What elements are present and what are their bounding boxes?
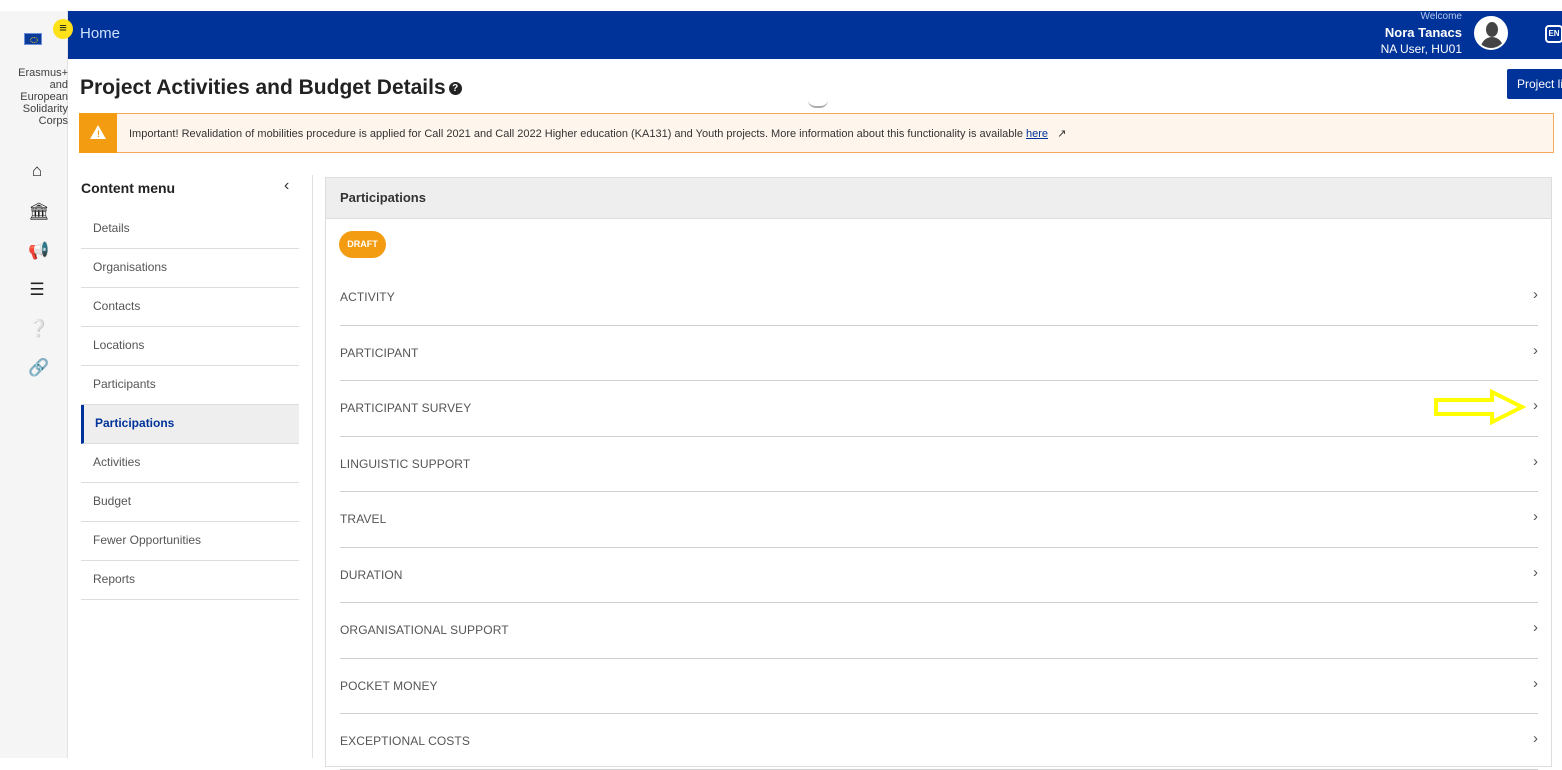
- chevron-right-icon[interactable]: ›: [1533, 619, 1538, 636]
- eu-flag-icon: [24, 33, 42, 45]
- chevron-right-icon[interactable]: ›: [1533, 508, 1538, 525]
- section-list: ACTIVITY › PARTICIPANT › PARTICIPANT SUR…: [340, 270, 1538, 770]
- menu-item-fewer-opportunities[interactable]: Fewer Opportunities: [81, 522, 299, 561]
- section-label: TRAVEL: [340, 512, 387, 526]
- menu-item-participants[interactable]: Participants: [81, 366, 299, 405]
- section-row-participant[interactable]: PARTICIPANT ›: [340, 326, 1538, 381]
- section-label: DURATION: [340, 567, 403, 582]
- avatar-head-icon: [1486, 22, 1498, 37]
- section-label: LINGUISTIC SUPPORT: [340, 456, 471, 471]
- chevron-right-icon[interactable]: ›: [1533, 342, 1538, 359]
- language-icon[interactable]: EN: [1545, 25, 1562, 43]
- exclamation-icon: !: [97, 129, 100, 139]
- warning-alert: ! Important! Revalidation of mobilities …: [79, 113, 1554, 153]
- megaphone-icon[interactable]: 📢: [28, 242, 49, 260]
- app-frame: ≡ Erasmus+ and European Solidarity Corps…: [0, 0, 1562, 770]
- section-label: ACTIVITY: [340, 290, 395, 304]
- alert-message: Important! Revalidation of mobilities pr…: [129, 127, 1066, 140]
- section-label: POCKET MONEY: [340, 678, 438, 693]
- chevron-right-icon[interactable]: ›: [1533, 675, 1538, 692]
- warning-icon-box: !: [79, 113, 117, 153]
- section-row-duration[interactable]: DURATION ›: [340, 548, 1538, 603]
- brand-text: Erasmus+ and European Solidarity Corps: [18, 67, 68, 127]
- section-label: ORGANISATIONAL SUPPORT: [340, 623, 509, 637]
- server-icon[interactable]: ☰: [28, 281, 46, 299]
- breadcrumb-home-link[interactable]: Home: [80, 25, 120, 42]
- content-menu: Details Organisations Contacts Locations…: [81, 210, 299, 600]
- vertical-divider: [312, 175, 313, 758]
- participations-panel: Participations DRAFT ACTIVITY › PARTICIP…: [325, 177, 1552, 770]
- section-row-organisational-support[interactable]: ORGANISATIONAL SUPPORT ›: [340, 603, 1538, 659]
- home-icon[interactable]: ⌂: [28, 162, 46, 180]
- chevron-right-icon[interactable]: ›: [1533, 730, 1538, 747]
- page-title-text: Project Activities and Budget Details: [80, 76, 446, 99]
- help-icon[interactable]: ❔: [28, 320, 49, 338]
- menu-item-details[interactable]: Details: [81, 210, 299, 249]
- section-row-participant-survey[interactable]: PARTICIPANT SURVEY ›: [340, 381, 1538, 437]
- menu-item-organisations[interactable]: Organisations: [81, 249, 299, 288]
- chevron-left-icon[interactable]: ‹: [284, 177, 289, 195]
- loading-spinner-icon: [808, 100, 828, 108]
- chevron-right-icon[interactable]: ›: [1533, 286, 1538, 303]
- menu-item-participations[interactable]: Participations: [81, 405, 299, 444]
- top-bar: Home Welcome Nora Tanacs NA User, HU01 E…: [68, 11, 1562, 59]
- section-row-pocket-money[interactable]: POCKET MONEY ›: [340, 659, 1538, 714]
- status-badge: DRAFT: [339, 231, 386, 258]
- menu-item-budget[interactable]: Budget: [81, 483, 299, 522]
- external-link-icon[interactable]: ↗: [1057, 127, 1066, 140]
- menu-item-activities[interactable]: Activities: [81, 444, 299, 483]
- alert-link[interactable]: here: [1026, 128, 1048, 140]
- section-label: PARTICIPANT: [340, 345, 419, 360]
- section-row-travel[interactable]: TRAVEL ›: [340, 492, 1538, 548]
- section-label: PARTICIPANT SURVEY: [340, 401, 472, 415]
- avatar[interactable]: [1474, 16, 1508, 50]
- section-row-linguistic-support[interactable]: LINGUISTIC SUPPORT ›: [340, 437, 1538, 492]
- chevron-right-icon[interactable]: ›: [1533, 453, 1538, 470]
- section-label: EXCEPTIONAL COSTS: [340, 734, 470, 748]
- help-circle-icon[interactable]: ?: [448, 82, 462, 95]
- user-role: NA User, HU01: [1380, 42, 1462, 56]
- chevron-right-icon[interactable]: ›: [1533, 397, 1538, 414]
- institution-icon[interactable]: 🏛: [28, 203, 50, 221]
- user-name: Nora Tanacs: [1384, 25, 1462, 40]
- menu-item-contacts[interactable]: Contacts: [81, 288, 299, 327]
- page-title: Project Activities and Budget Details?: [80, 76, 462, 100]
- avatar-body-icon: [1481, 37, 1503, 48]
- alert-text: Important! Revalidation of mobilities pr…: [129, 128, 1023, 140]
- panel-heading: Participations: [326, 178, 1551, 219]
- project-list-button[interactable]: Project list: [1507, 69, 1562, 99]
- annotation-arrow-icon: [1434, 389, 1526, 425]
- link-icon[interactable]: 🔗: [28, 359, 49, 377]
- welcome-text: Welcome: [1420, 11, 1463, 22]
- menu-toggle-icon[interactable]: ≡: [53, 19, 73, 39]
- left-rail: ≡ Erasmus+ and European Solidarity Corps…: [0, 11, 73, 758]
- section-row-exceptional-costs[interactable]: EXCEPTIONAL COSTS ›: [340, 714, 1538, 770]
- section-row-activity[interactable]: ACTIVITY ›: [340, 270, 1538, 326]
- chevron-right-icon[interactable]: ›: [1533, 564, 1538, 581]
- content-menu-heading: Content menu: [81, 180, 176, 196]
- menu-item-locations[interactable]: Locations: [81, 327, 299, 366]
- menu-item-reports[interactable]: Reports: [81, 561, 299, 600]
- brand-label: Erasmus+ and European Solidarity Corps: [0, 67, 68, 127]
